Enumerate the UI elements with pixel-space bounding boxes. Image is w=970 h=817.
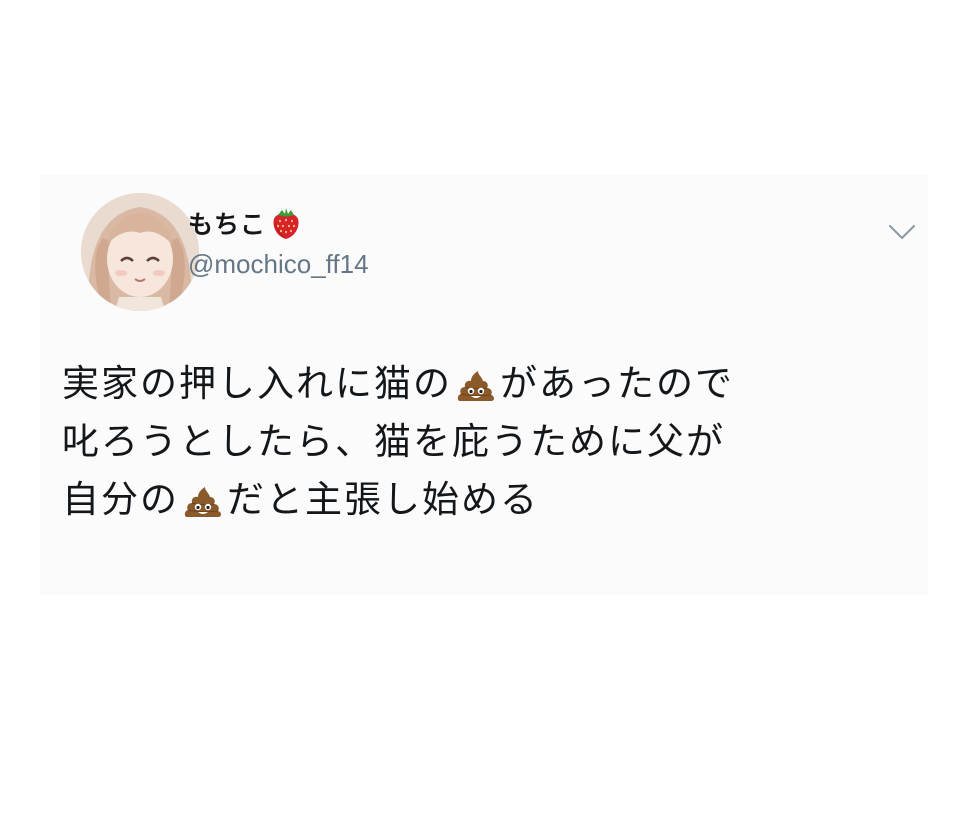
chevron-down-icon[interactable]	[888, 223, 916, 241]
tweet-text-line: 実家の押し入れに猫の があったので	[62, 355, 912, 413]
tweet-text-segment: だと主張し始める	[227, 478, 539, 521]
user-handle[interactable]: @mochico_ff14	[188, 249, 369, 280]
tweet-text-line: 自分の だと主張し始める	[62, 471, 912, 529]
tweet-text: 実家の押し入れに猫の があったので 叱ろうとしたら、猫を庇うために父が 自分の	[62, 355, 912, 529]
strawberry-icon	[270, 206, 302, 240]
avatar-illustration	[81, 193, 199, 311]
tweet-text-segment: 自分の	[62, 478, 179, 521]
tweet-text-segment: 実家の押し入れに猫の	[62, 362, 452, 405]
tweet-text-line: 叱ろうとしたら、猫を庇うために父が	[62, 413, 912, 471]
display-name[interactable]: もちこ	[188, 205, 266, 241]
pile-of-poo-icon	[183, 480, 223, 520]
tweet-card: もちこ @mochico_ff14 実家の押し入れに猫の があったので 叱ろうと…	[40, 175, 928, 595]
tweet-text-segment: 叱ろうとしたら、猫を庇うために父が	[62, 420, 725, 463]
avatar[interactable]	[81, 193, 199, 311]
display-name-row[interactable]: もちこ	[188, 205, 302, 241]
pile-of-poo-icon	[456, 364, 496, 404]
tweet-text-segment: があったので	[500, 362, 734, 405]
